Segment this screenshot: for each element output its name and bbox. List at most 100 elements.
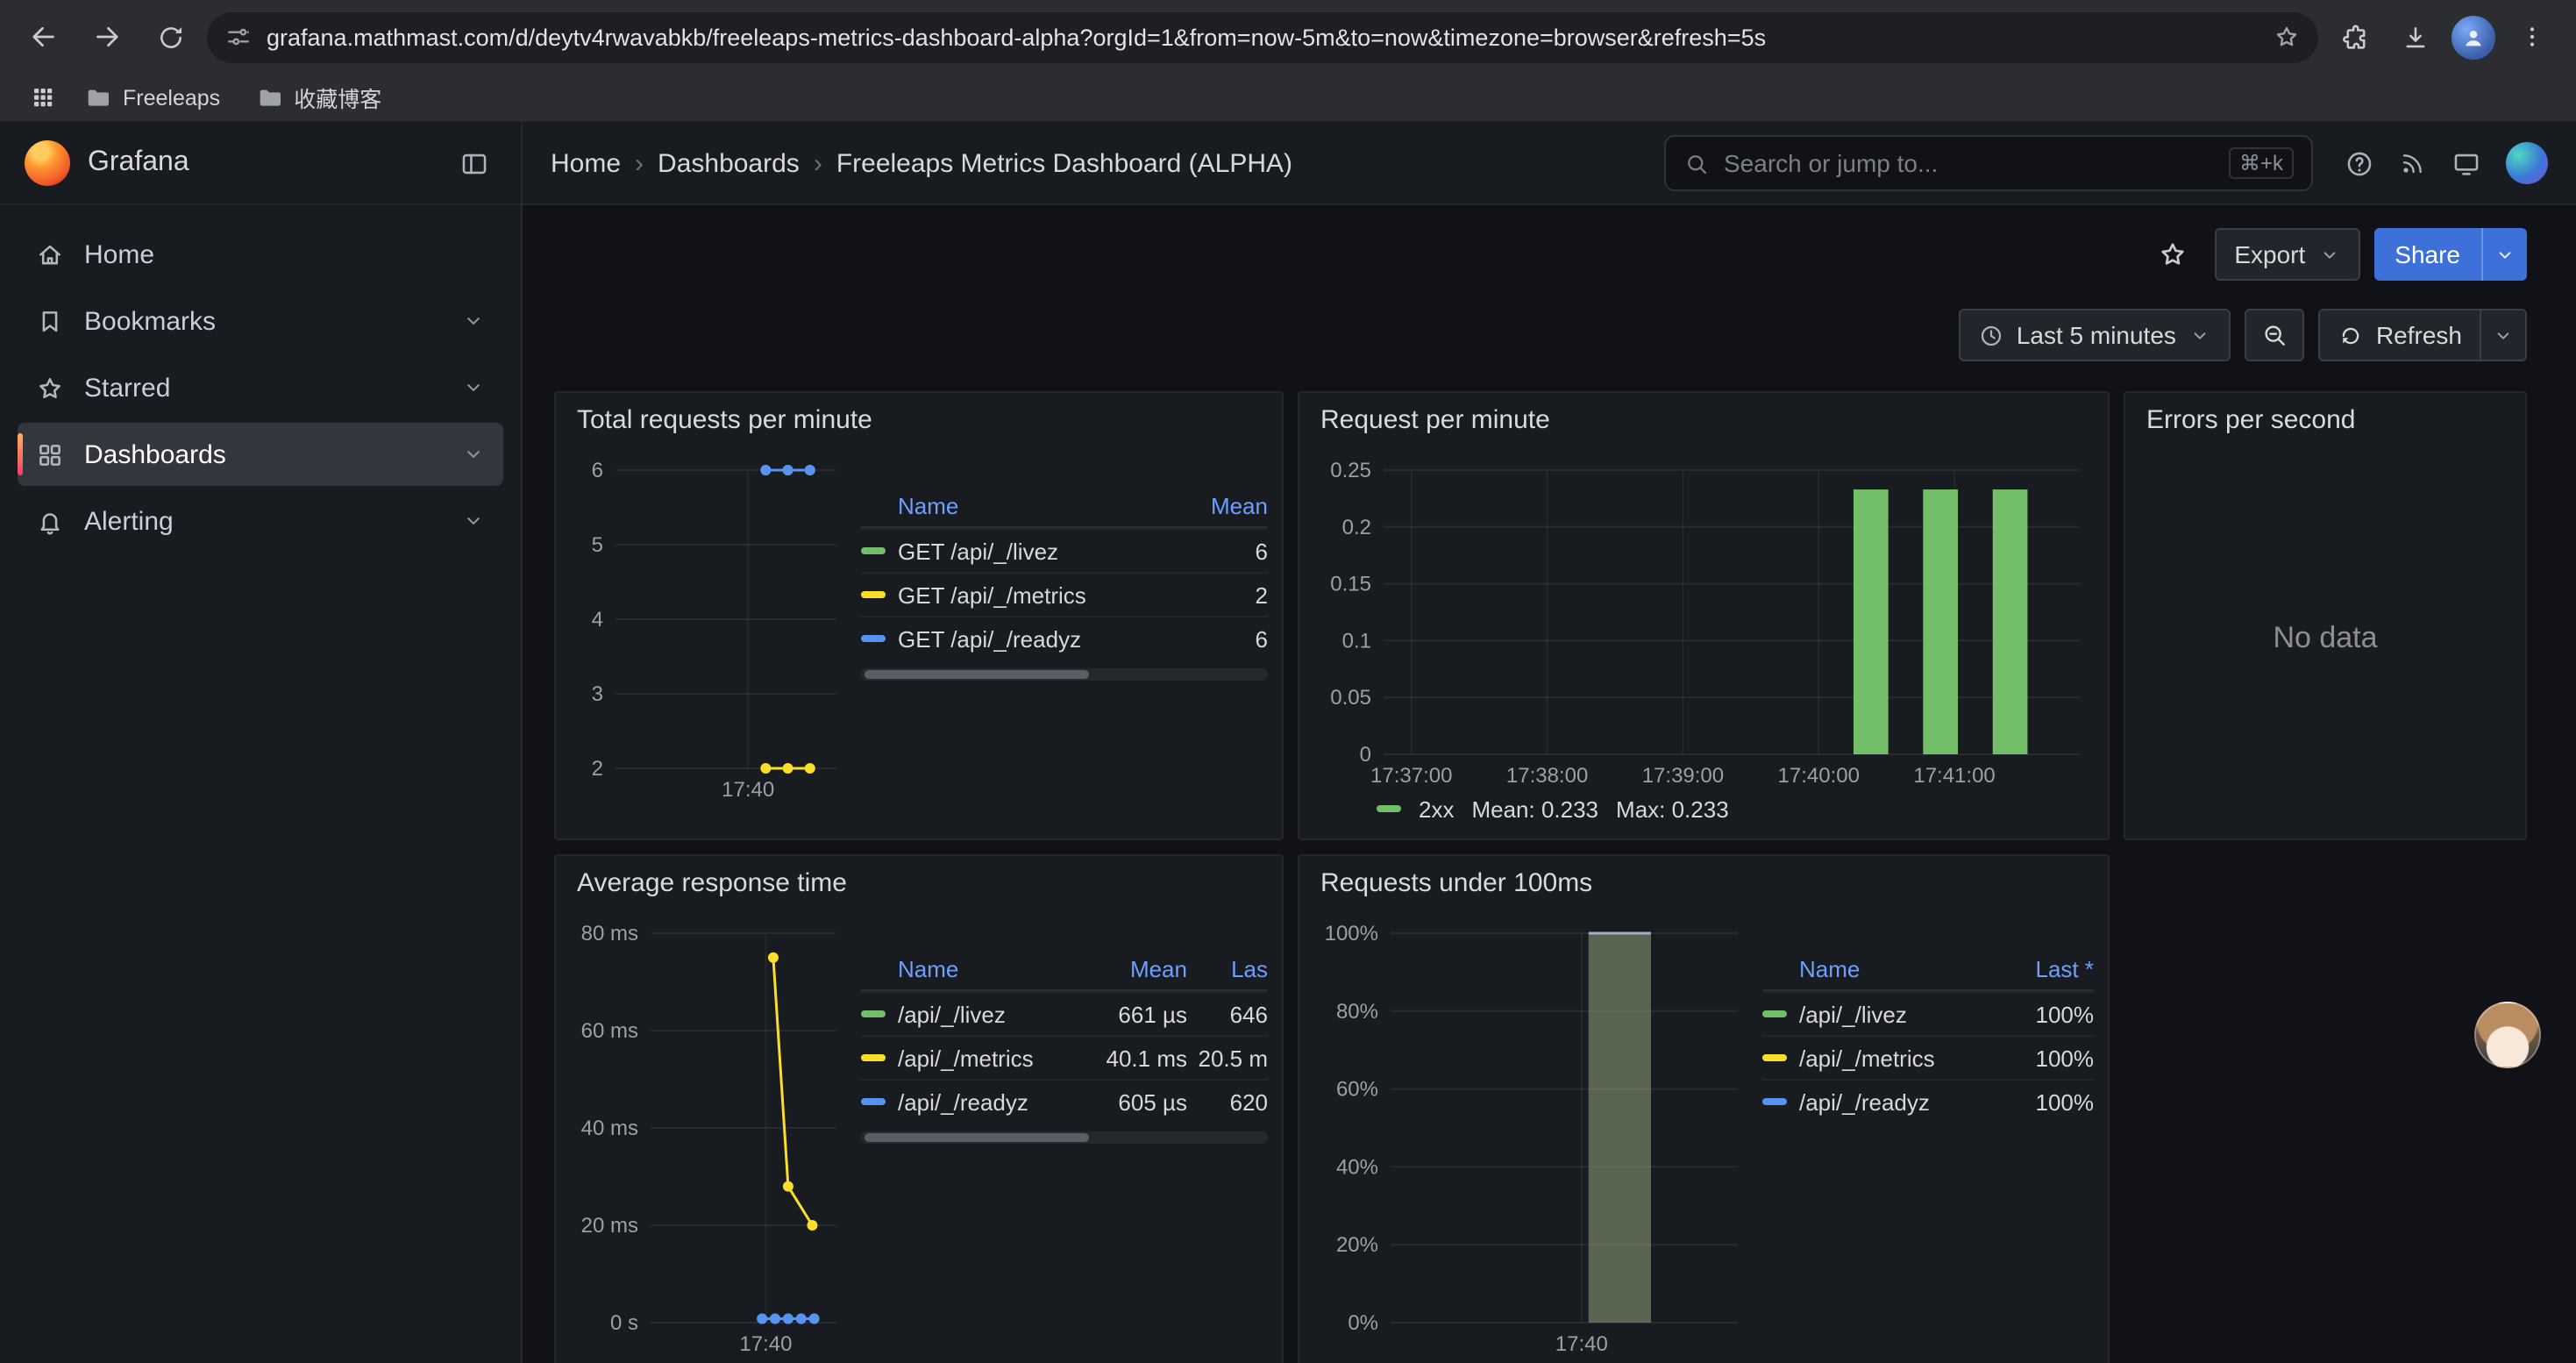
legend-column-header[interactable]: Name [1762,955,2003,981]
chevron-down-icon[interactable] [461,375,486,400]
panel-title: Errors per second [2146,405,2355,435]
panel-body: No data [2125,449,2525,838]
favorite-dashboard-button[interactable] [2145,226,2201,282]
legend-value: 2 [1177,582,1268,608]
site-settings-icon[interactable] [224,23,253,51]
line-chart[interactable]: 6543217:40 [570,453,850,803]
legend-table: NameMeanLas/api/_/livez661 µs646/api/_/m… [861,947,1268,1123]
refresh-button[interactable]: Refresh [2320,310,2480,360]
series-name[interactable]: GET /api/_/metrics [898,582,1086,608]
series-name[interactable]: 2xx [1419,796,1454,822]
share-button[interactable]: Share [2373,228,2481,281]
series-name[interactable]: /api/_/readyz [898,1088,1028,1115]
svg-text:2: 2 [592,757,603,781]
browser-profile-avatar[interactable] [2451,15,2495,59]
chevron-down-icon[interactable] [461,442,486,467]
sidebar-item-starred[interactable]: Starred [18,356,503,419]
floating-avatar-overlay[interactable] [2474,1002,2541,1068]
svg-text:40%: 40% [1336,1155,1378,1179]
url-bar[interactable] [207,11,2318,62]
svg-text:0.05: 0.05 [1330,686,1371,710]
series-name[interactable]: /api/_/metrics [1799,1045,1935,1071]
dock-sidebar-button[interactable] [451,140,496,186]
panel-body: 0.250.20.150.10.05017:37:0017:38:0017:39… [1299,449,2108,838]
refresh-interval-button[interactable] [2480,310,2525,360]
sidebar-item-label: Home [84,239,486,269]
news-button[interactable] [2399,149,2427,177]
sidebar-item-dashboards[interactable]: Dashboards [18,423,503,486]
forward-button[interactable] [81,11,133,63]
dashboard-row-1: Total requests per minute 6543217:40 Nam… [554,391,2527,840]
url-input[interactable] [267,24,2259,50]
back-button[interactable] [18,11,70,63]
downloads-button[interactable] [2388,11,2441,63]
dashboards-grid-icon [35,439,65,469]
chevron-down-icon[interactable] [461,309,486,333]
grafana-logo[interactable] [25,140,70,186]
series-name[interactable]: GET /api/_/readyz [898,625,1081,652]
share-menu-button[interactable] [2481,228,2527,281]
panel-header[interactable]: Total requests per minute [556,393,1282,449]
bar-chart[interactable]: 100%80%60%40%20%0%17:40 [1313,916,1752,1358]
svg-text:0: 0 [1360,743,1371,767]
svg-text:60%: 60% [1336,1078,1378,1102]
search-input[interactable] [1724,149,2215,177]
scrollbar-thumb[interactable] [865,1133,1088,1142]
export-button[interactable]: Export [2215,228,2359,281]
time-range-picker[interactable]: Last 5 minutes [1959,309,2231,361]
legend-column-header[interactable]: Name [861,492,1177,518]
bookmark-star-icon[interactable] [2273,23,2301,51]
user-avatar[interactable] [2506,142,2548,184]
sidebar-item-alerting[interactable]: Alerting [18,489,503,553]
legend-table: NameLast */api/_/livez100%/api/_/metrics… [1762,947,2094,1123]
legend-column-header[interactable]: Las [1187,955,1268,981]
panel-header[interactable]: Request per minute [1299,393,2108,449]
person-icon [2460,24,2487,50]
series-name[interactable]: GET /api/_/livez [898,538,1058,564]
apps-grid-button[interactable] [21,76,63,118]
legend-row: /api/_/metrics40.1 ms20.5 m [861,1035,1268,1079]
bookmarks-bar: Freeleaps 收藏博客 [0,74,2576,123]
svg-text:17:39:00: 17:39:00 [1642,764,1724,788]
legend: 2xx Mean: 0.233 Max: 0.233 [1377,793,2094,824]
zoom-out-button[interactable] [2245,309,2304,361]
legend-column-header[interactable]: Last * [2003,955,2094,981]
extensions-button[interactable] [2329,11,2381,63]
series-name[interactable]: /api/_/livez [1799,1001,1907,1027]
chevron-down-icon[interactable] [461,509,486,533]
breadcrumb-separator: › [635,148,644,178]
home-icon [35,239,65,269]
kiosk-button[interactable] [2451,148,2481,178]
reload-button[interactable] [144,11,196,63]
sidebar-header: Grafana [0,123,521,205]
bookmark-item-freeleaps[interactable]: Freeleaps [70,78,234,117]
line-chart[interactable]: 80 ms60 ms40 ms20 ms0 s17:40 [570,916,850,1358]
series-color-dash [1377,805,1401,812]
legend-column-header[interactable]: Name [861,955,1078,981]
bar-chart[interactable]: 0.250.20.150.10.05017:37:0017:38:0017:39… [1313,453,2094,789]
sidebar-item-label: Alerting [84,506,442,536]
legend-value: 646 [1187,1001,1268,1027]
panel-header[interactable]: Average response time [556,856,1282,912]
svg-text:17:40:00: 17:40:00 [1778,764,1860,788]
breadcrumb-dashboards[interactable]: Dashboards [658,148,800,178]
search-box[interactable]: ⌘+k [1664,135,2313,191]
browser-menu-button[interactable] [2506,11,2558,63]
legend-column-header[interactable]: Mean [1078,955,1187,981]
svg-text:4: 4 [592,608,603,632]
help-button[interactable] [2345,148,2374,178]
series-name[interactable]: /api/_/readyz [1799,1088,1930,1115]
series-name[interactable]: /api/_/livez [898,1001,1006,1027]
legend-scrollbar[interactable] [861,1131,1268,1144]
scrollbar-thumb[interactable] [865,670,1088,679]
panel-header[interactable]: Errors per second [2125,393,2525,449]
breadcrumb-home[interactable]: Home [551,148,621,178]
bookmark-item-blog[interactable]: 收藏博客 [241,75,395,119]
sidebar-item-home[interactable]: Home [18,223,503,286]
sidebar-item-bookmarks[interactable]: Bookmarks [18,289,503,353]
legend-column-header[interactable]: Mean [1177,492,1268,518]
legend-scrollbar[interactable] [861,668,1268,681]
panel-header[interactable]: Requests under 100ms [1299,856,2108,912]
series-name[interactable]: /api/_/metrics [898,1045,1034,1071]
panel-body: 80 ms60 ms40 ms20 ms0 s17:40 NameMeanLas… [556,912,1282,1363]
